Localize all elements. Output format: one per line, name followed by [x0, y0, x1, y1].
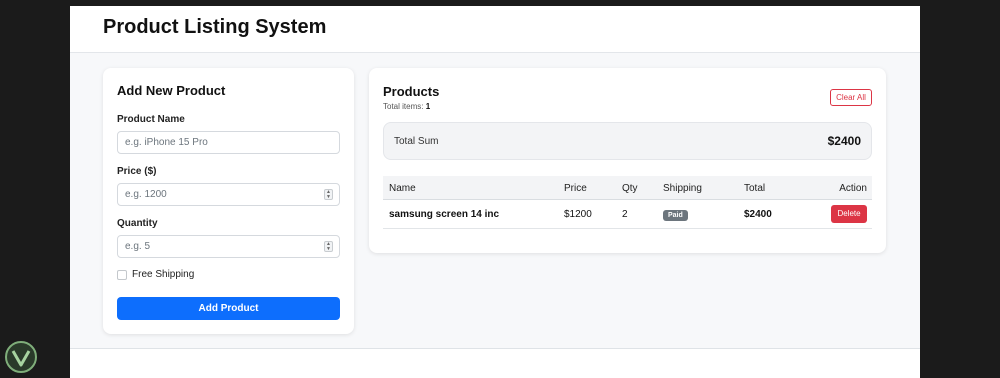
footer-band: [70, 348, 920, 378]
number-spinner-icon[interactable]: ▲ ▼: [324, 189, 333, 200]
column-header-qty: Qty: [622, 183, 638, 194]
quantity-input[interactable]: e.g. 5 ▲ ▼: [117, 235, 340, 258]
row-qty: 2: [622, 209, 628, 220]
table-row: samsung screen 14 inc $1200 2 Paid $2400…: [383, 200, 872, 229]
column-header-name: Name: [389, 183, 416, 194]
total-items-label: Total items:: [383, 102, 424, 111]
total-sum-label: Total Sum: [394, 136, 439, 147]
column-header-shipping: Shipping: [663, 183, 702, 194]
row-name: samsung screen 14 inc: [389, 209, 500, 220]
add-product-button[interactable]: Add Product: [117, 297, 340, 320]
product-name-placeholder: e.g. iPhone 15 Pro: [125, 137, 208, 148]
app-title: Product Listing System: [103, 16, 327, 38]
clear-all-button[interactable]: Clear All: [830, 89, 872, 106]
app-page: Product Listing System Add New Product P…: [70, 6, 920, 378]
total-sum-value: $2400: [827, 134, 861, 148]
shipping-status-badge: Paid: [663, 210, 688, 221]
corner-logo-icon: [5, 341, 37, 373]
add-product-card: Add New Product Product Name e.g. iPhone…: [103, 68, 354, 334]
form-title: Add New Product: [117, 83, 226, 98]
total-items-text: Total items: 1: [383, 102, 430, 111]
product-name-input[interactable]: e.g. iPhone 15 Pro: [117, 131, 340, 154]
row-price: $1200: [564, 209, 592, 220]
column-header-price: Price: [564, 183, 587, 194]
free-shipping-checkbox[interactable]: [117, 270, 127, 280]
free-shipping-label: Free Shipping: [132, 269, 195, 280]
quantity-placeholder: e.g. 5: [125, 241, 151, 252]
products-table-header: Name Price Qty Shipping Total Action: [383, 176, 872, 200]
total-items-count: 1: [425, 102, 431, 111]
products-title: Products: [383, 84, 440, 99]
price-label: Price ($): [117, 166, 157, 177]
price-placeholder: e.g. 1200: [125, 189, 167, 200]
price-input[interactable]: e.g. 1200 ▲ ▼: [117, 183, 340, 206]
products-card: Products Total items: 1 Clear All Total …: [369, 68, 886, 253]
delete-button[interactable]: Delete: [831, 205, 867, 223]
total-sum-box: Total Sum $2400: [383, 122, 872, 160]
column-header-action: Action: [839, 183, 867, 194]
top-navbar: Product Listing System: [70, 6, 920, 53]
row-total: $2400: [744, 209, 772, 220]
quantity-label: Quantity: [117, 218, 158, 229]
column-header-total: Total: [744, 183, 766, 194]
product-name-label: Product Name: [117, 114, 185, 125]
number-spinner-icon[interactable]: ▲ ▼: [324, 241, 333, 252]
